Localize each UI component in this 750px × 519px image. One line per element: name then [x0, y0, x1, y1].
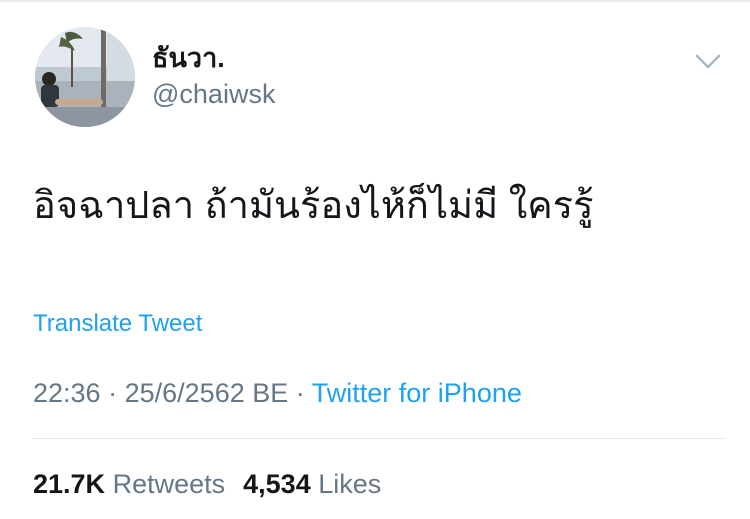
- tweet-meta: 22:36 · 25/6/2562 BE · Twitter for iPhon…: [33, 376, 522, 410]
- retweets-count: 21.7K: [33, 469, 106, 499]
- meta-separator: ·: [295, 378, 305, 408]
- avatar[interactable]: [35, 27, 135, 127]
- likes-stat[interactable]: 4,534 Likes: [243, 469, 381, 499]
- likes-count: 4,534: [243, 469, 311, 499]
- translate-tweet-link[interactable]: Translate Tweet: [33, 309, 202, 339]
- meta-separator: ·: [108, 378, 118, 408]
- avatar-photo: [35, 27, 135, 127]
- user-handle[interactable]: @chaiwsk: [152, 78, 275, 110]
- tweet-time: 22:36: [33, 378, 101, 408]
- retweets-stat[interactable]: 21.7K Retweets: [33, 469, 225, 499]
- tweet-stats: 21.7K Retweets 4,534 Likes: [33, 467, 381, 501]
- tweet-text: อิจฉาปลา ถ้ามันร้องไห้ก็ไม่มี ใครรู้: [33, 185, 594, 227]
- tweet-detail: ธันวา. @chaiwsk อิจฉาปลา ถ้ามันร้องไห้ก็…: [0, 0, 750, 519]
- chevron-down-icon[interactable]: [694, 52, 722, 72]
- retweets-label: Retweets: [112, 469, 226, 499]
- stats-divider: [33, 438, 725, 439]
- top-divider: [0, 0, 750, 2]
- tweet-source-link[interactable]: Twitter for iPhone: [312, 378, 522, 408]
- tweet-date: 25/6/2562 BE: [124, 378, 289, 408]
- display-name[interactable]: ธันวา.: [152, 42, 225, 74]
- likes-label: Likes: [318, 469, 382, 499]
